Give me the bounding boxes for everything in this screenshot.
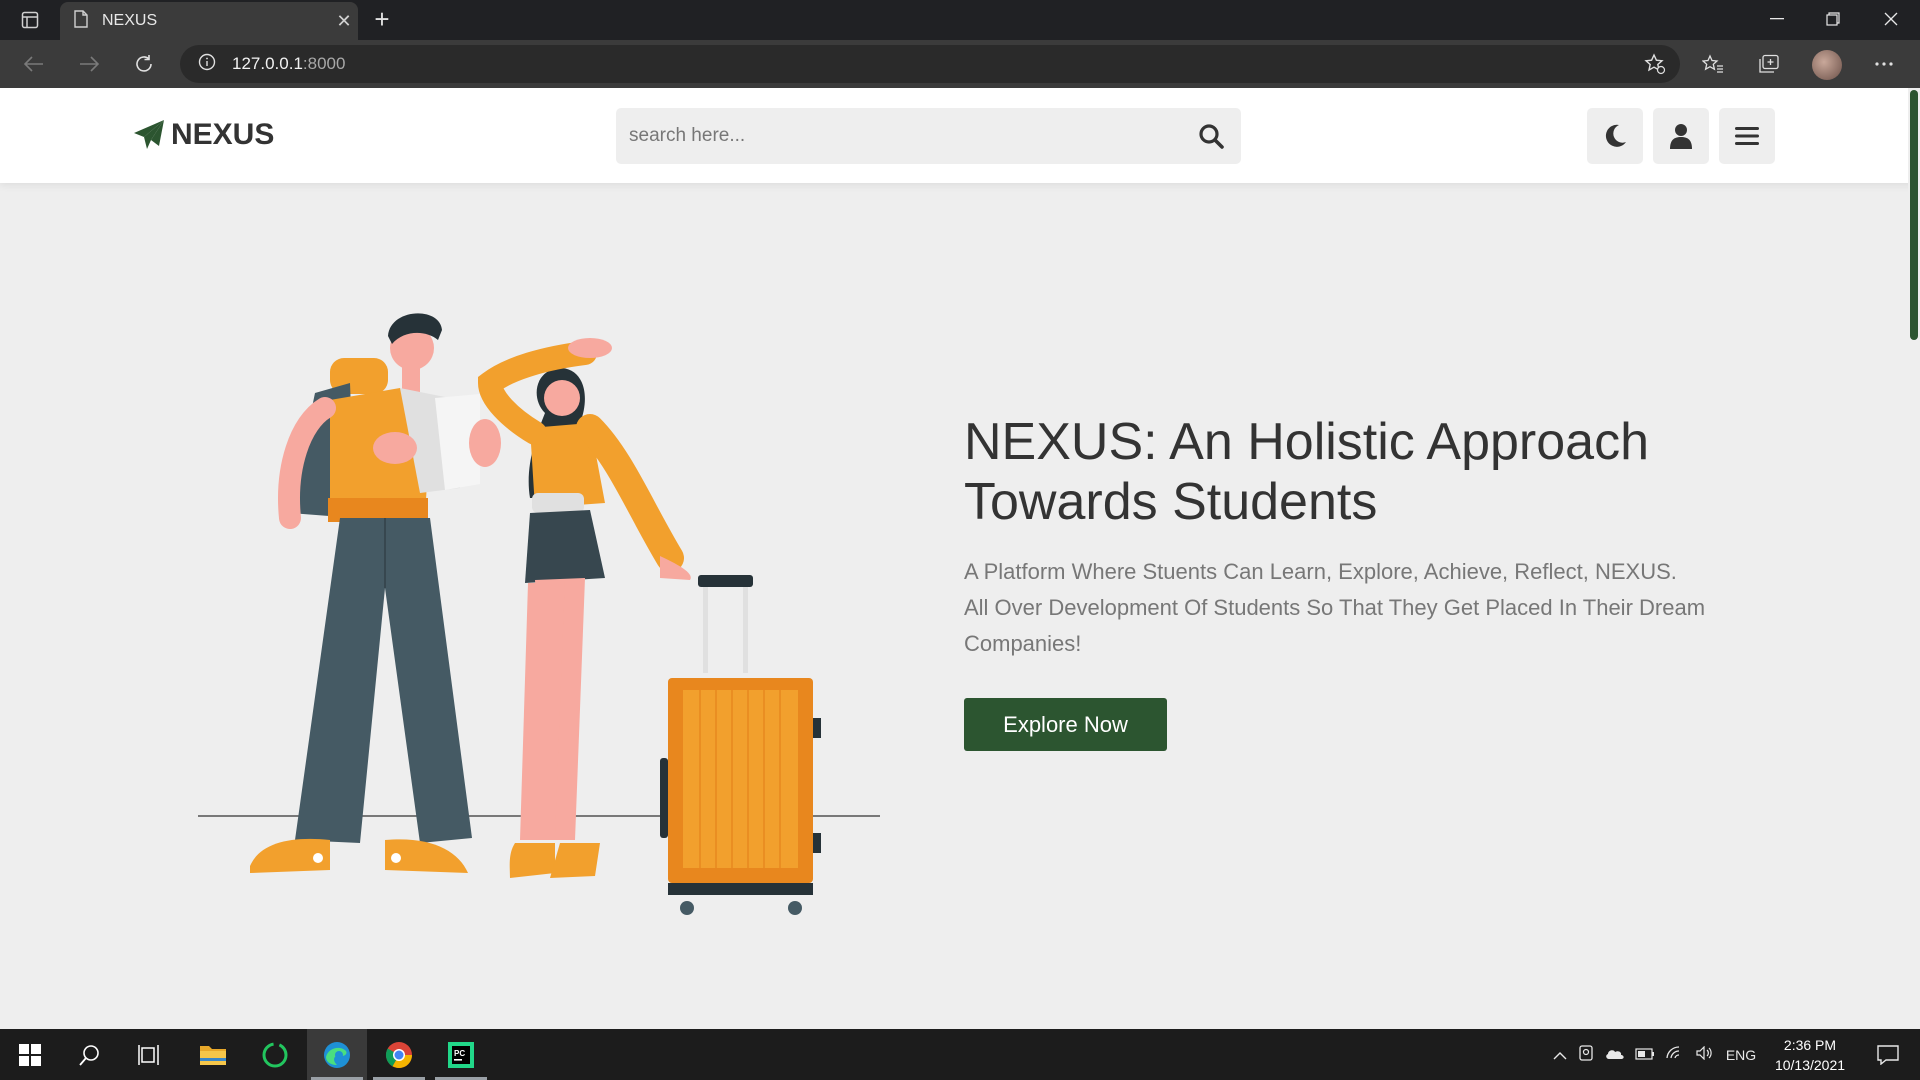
chevron-up-icon[interactable] [1548, 1047, 1572, 1063]
address-bar-row: 127.0.0.1:8000 [0, 40, 1920, 88]
tab-title: NEXUS [102, 12, 158, 29]
clock-time: 2:36 PM [1783, 1037, 1837, 1053]
menu-button[interactable] [1719, 108, 1775, 164]
collections-icon[interactable] [1753, 48, 1785, 80]
clock-date: 10/13/2021 [1774, 1057, 1846, 1073]
add-favorite-icon[interactable] [1644, 53, 1666, 75]
battery-icon[interactable] [1630, 1047, 1660, 1063]
tab-actions-icon[interactable] [16, 6, 44, 34]
chrome-icon[interactable] [369, 1029, 429, 1080]
document-icon [74, 9, 88, 33]
restore-icon[interactable] [1804, 0, 1862, 38]
hero-title: NEXUS: An Holistic Approach Towards Stud… [964, 413, 1649, 531]
task-view-icon[interactable] [120, 1029, 180, 1080]
suitcase-figure [660, 575, 821, 915]
browser-tab-strip: NEXUS ✕ + [0, 0, 1920, 40]
dark-mode-toggle[interactable] [1587, 108, 1643, 164]
man-figure [250, 313, 501, 873]
hero-line-2: All Over Development Of Students So That… [964, 595, 1706, 656]
svg-text:PC: PC [454, 1049, 465, 1058]
file-explorer-icon[interactable] [183, 1029, 243, 1080]
search-input[interactable] [616, 108, 1181, 164]
pycharm-icon[interactable]: PC [431, 1029, 491, 1080]
meet-now-icon[interactable] [1572, 1045, 1600, 1064]
onedrive-icon[interactable] [1600, 1047, 1630, 1063]
paper-plane-icon [134, 120, 164, 149]
travelers-illustration [198, 313, 880, 915]
refresh-icon[interactable] [128, 48, 160, 80]
app-ring-icon[interactable] [245, 1029, 305, 1080]
system-tray: ENG [1548, 1029, 1762, 1080]
start-icon[interactable] [0, 1029, 60, 1080]
web-page: NEXUS search here... NEXUS: An Holistic … [0, 88, 1920, 1029]
search-box [616, 108, 1241, 164]
url-field[interactable]: 127.0.0.1:8000 [180, 45, 1680, 83]
user-icon [1670, 124, 1692, 149]
url-host: 127.0.0.1 [232, 54, 303, 73]
hero-line-1: A Platform Where Stuents Can Learn, Expl… [964, 559, 1677, 584]
language-indicator[interactable]: ENG [1720, 1047, 1762, 1063]
explore-now-button[interactable]: Explore Now [964, 698, 1167, 751]
site-info-icon[interactable] [198, 53, 216, 76]
taskbar-clock[interactable]: 2:36 PM 10/13/2021 [1765, 1035, 1855, 1075]
windows-taskbar: PC ENG 2:36 PM 10/13/2021 [0, 1029, 1920, 1080]
forward-icon[interactable] [73, 48, 105, 80]
close-window-icon[interactable] [1862, 0, 1920, 38]
notifications-icon[interactable] [1858, 1029, 1918, 1080]
login-button[interactable] [1653, 108, 1709, 164]
logo-text: NEXUS [171, 118, 275, 151]
url-port: :8000 [302, 54, 346, 73]
volume-icon[interactable] [1690, 1045, 1720, 1063]
favorites-icon[interactable] [1697, 48, 1729, 80]
tab-nexus[interactable]: NEXUS ✕ [60, 2, 358, 40]
hero-description: A Platform Where Stuents Can Learn, Expl… [964, 554, 1764, 662]
scrollbar-thumb[interactable] [1910, 90, 1918, 340]
moon-icon [1605, 124, 1626, 147]
wifi-icon[interactable] [1660, 1046, 1690, 1063]
hamburger-icon [1735, 127, 1759, 145]
search-taskbar-icon[interactable] [60, 1029, 120, 1080]
back-icon[interactable] [18, 48, 50, 80]
edge-icon[interactable] [307, 1029, 367, 1080]
minimize-icon[interactable] [1748, 0, 1806, 38]
close-tab-icon[interactable]: ✕ [330, 11, 358, 32]
more-icon[interactable] [1868, 48, 1900, 80]
site-logo[interactable]: NEXUS [133, 118, 274, 152]
site-header: NEXUS [0, 88, 1920, 183]
search-icon[interactable] [1181, 108, 1241, 164]
page-scrollbar[interactable] [1908, 88, 1920, 1029]
new-tab-button[interactable]: + [368, 6, 396, 34]
profile-avatar[interactable] [1812, 50, 1842, 80]
